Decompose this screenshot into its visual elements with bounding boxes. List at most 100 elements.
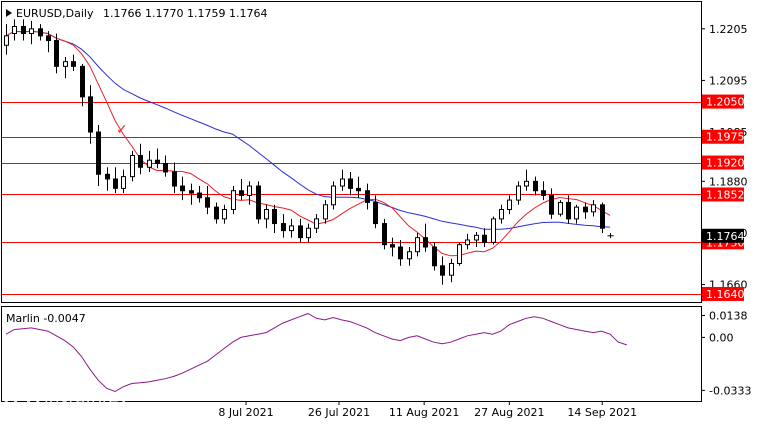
candle-body bbox=[138, 155, 143, 168]
candle-body bbox=[38, 28, 43, 37]
candle bbox=[264, 204, 269, 229]
level-price-label-text: 1.1975 bbox=[706, 131, 745, 144]
candle bbox=[591, 200, 596, 217]
candle bbox=[398, 239, 403, 266]
candle-body bbox=[289, 225, 294, 232]
y-tick-label: 1.1880 bbox=[709, 175, 748, 188]
candle-body bbox=[356, 187, 361, 192]
symbol-title: EURUSD,Daily bbox=[16, 7, 94, 20]
candle-body bbox=[189, 190, 194, 194]
level-price-label: 1.1920 bbox=[702, 155, 745, 170]
candle bbox=[524, 169, 529, 191]
watermark-tagline: Instant Forex Trading bbox=[48, 411, 153, 422]
candle-body bbox=[440, 265, 445, 276]
candle-body bbox=[465, 239, 470, 246]
candle-body bbox=[348, 178, 353, 189]
candle-body bbox=[298, 225, 303, 239]
candle bbox=[54, 33, 59, 74]
candle-body bbox=[549, 194, 554, 215]
candle bbox=[105, 167, 110, 191]
candle-body bbox=[147, 159, 152, 168]
candle-body bbox=[533, 180, 538, 192]
candle bbox=[197, 186, 202, 203]
candle bbox=[306, 223, 311, 243]
candle-body bbox=[340, 178, 345, 187]
candle bbox=[499, 204, 504, 224]
candle bbox=[155, 148, 160, 169]
checkmark-icon: ✓ bbox=[116, 122, 128, 138]
candle-body bbox=[113, 178, 118, 189]
oscillator-frame bbox=[1, 306, 702, 402]
level-price-label-text: 1.1640 bbox=[706, 288, 745, 301]
candle bbox=[205, 186, 210, 215]
time-axis: 8 Jul 2021 26 Jul 2021 11 Aug 2021 27 Aug 2… bbox=[218, 401, 637, 419]
candle-body bbox=[231, 190, 236, 210]
candle-body bbox=[524, 180, 529, 187]
candle bbox=[256, 181, 261, 224]
candle-body bbox=[323, 204, 328, 220]
level-price-label: 1.1852 bbox=[702, 187, 745, 202]
candle-body bbox=[474, 234, 479, 241]
candle-body bbox=[407, 251, 412, 260]
candle-body bbox=[130, 155, 135, 178]
y-tick-label: 1.2205 bbox=[709, 23, 748, 36]
level-price-label-text: 1.2050 bbox=[706, 96, 745, 109]
candle-body bbox=[80, 65, 85, 98]
osc-tick-label: 0.0138 bbox=[709, 309, 748, 322]
candle bbox=[29, 20, 34, 45]
candle bbox=[558, 200, 563, 217]
candle bbox=[491, 216, 496, 245]
candle-body bbox=[306, 227, 311, 239]
candle bbox=[88, 85, 93, 144]
candle-body bbox=[272, 208, 277, 225]
candle bbox=[507, 195, 512, 215]
oscillator-line bbox=[5, 313, 627, 393]
candle bbox=[600, 202, 605, 233]
candle-body bbox=[205, 197, 210, 208]
ohlc-values: 1.1766 1.1770 1.1759 1.1764 bbox=[103, 7, 267, 20]
candle bbox=[607, 232, 614, 239]
candle-body bbox=[583, 206, 588, 213]
candle bbox=[96, 125, 101, 187]
candle-body bbox=[449, 262, 454, 276]
candle bbox=[12, 19, 17, 41]
candle-body bbox=[415, 237, 420, 253]
candle-body bbox=[172, 171, 177, 187]
oscillator-axis: 0.0138 0.00 -0.0333 bbox=[701, 309, 751, 397]
candle bbox=[348, 171, 353, 196]
candle-body bbox=[491, 218, 496, 243]
chart-canvas: 1.22051.20951.19851.18801.17701.16601.20… bbox=[1, 1, 751, 422]
candle bbox=[533, 176, 538, 196]
candle bbox=[38, 24, 43, 41]
candle-body bbox=[29, 28, 34, 35]
osc-tick-label: 0.00 bbox=[709, 331, 734, 344]
candle bbox=[390, 237, 395, 257]
candle-body bbox=[88, 96, 93, 133]
candle-body bbox=[541, 190, 546, 196]
logo-inner-ring bbox=[13, 395, 31, 413]
candle bbox=[121, 169, 126, 194]
candle bbox=[138, 143, 143, 175]
level-price-label: 1.1975 bbox=[702, 129, 745, 144]
candle bbox=[222, 204, 227, 224]
candle bbox=[423, 223, 428, 252]
candle bbox=[549, 188, 554, 219]
candle-body bbox=[566, 201, 571, 220]
instaforex-logo-icon bbox=[4, 386, 40, 422]
current-price-label-text: 1.1764 bbox=[706, 230, 745, 243]
oscillator-label: Marlin -0.0047 bbox=[6, 312, 86, 325]
candle bbox=[331, 181, 336, 210]
candle-body bbox=[281, 223, 286, 232]
candle-body bbox=[373, 201, 378, 225]
candle-body bbox=[574, 206, 579, 220]
candle bbox=[272, 204, 277, 233]
candle-body bbox=[180, 185, 185, 192]
candle bbox=[130, 150, 135, 182]
candle bbox=[172, 162, 177, 194]
candle-body bbox=[46, 35, 51, 42]
x-tick-label: 8 Jul 2021 bbox=[218, 406, 273, 419]
candle-body bbox=[4, 35, 9, 46]
level-price-label-text: 1.1920 bbox=[706, 157, 745, 170]
candle-body bbox=[105, 173, 110, 180]
candle bbox=[482, 228, 487, 248]
